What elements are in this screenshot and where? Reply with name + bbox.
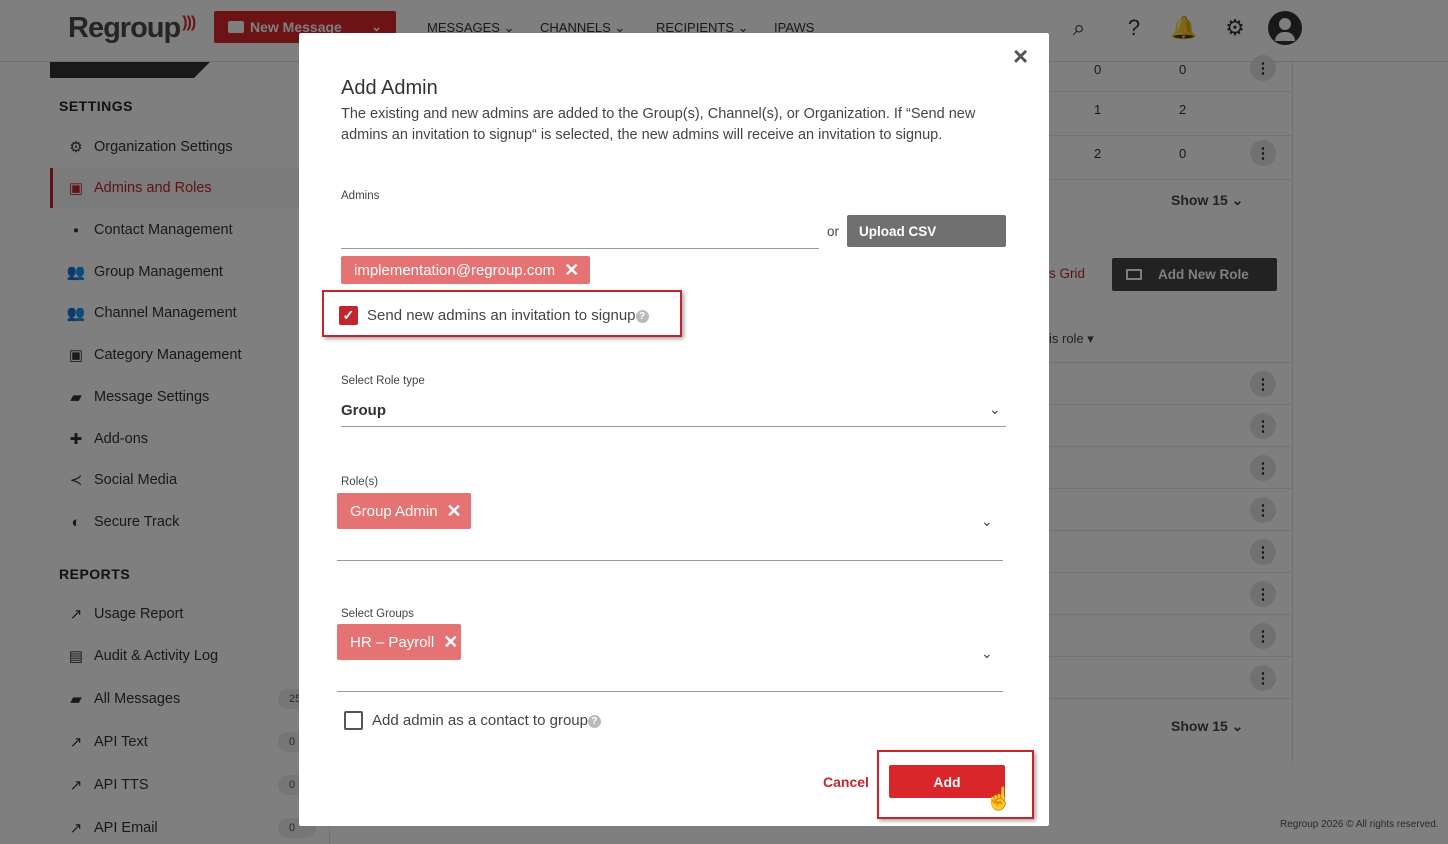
remove-chip-icon[interactable]: ✕ <box>443 632 458 653</box>
add-admin-modal: × Add Admin The existing and new admins … <box>299 33 1049 826</box>
app-root: Regroup))) New Message ⌄ MESSAGES ⌄ CHAN… <box>0 0 1448 844</box>
hand-cursor-icon: ☝ <box>985 786 1013 811</box>
add-contact-checkbox[interactable] <box>344 711 363 730</box>
help-icon[interactable]: ? <box>635 310 649 323</box>
groups-label: Select Groups <box>341 608 414 620</box>
upload-csv-button[interactable]: Upload CSV <box>847 215 1006 247</box>
close-icon[interactable]: × <box>1013 43 1028 69</box>
role-chip: Group Admin ✕ <box>337 493 471 529</box>
roles-label: Role(s) <box>341 476 379 488</box>
or-text: or <box>827 224 840 239</box>
group-chip: HR – Payroll ✕ <box>337 624 461 660</box>
remove-chip-icon[interactable]: ✕ <box>447 501 462 522</box>
chevron-down-icon[interactable]: ⌄ <box>981 513 993 530</box>
cancel-button[interactable]: Cancel <box>823 774 869 790</box>
invite-checkbox[interactable]: ✓ <box>339 306 358 325</box>
invite-label: Send new admins an invitation to signup? <box>367 307 649 324</box>
modal-description: The existing and new admins are added to… <box>341 106 976 143</box>
chevron-down-icon[interactable]: ⌄ <box>981 645 993 662</box>
add-contact-label: Add admin as a contact to group? <box>372 712 601 729</box>
modal-title: Add Admin <box>341 77 438 99</box>
role-type-label: Select Role type <box>341 375 425 387</box>
role-type-value: Group <box>341 402 386 419</box>
role-type-select[interactable] <box>341 399 1006 427</box>
remove-chip-icon[interactable]: ✕ <box>564 260 579 281</box>
admins-input[interactable] <box>341 215 819 249</box>
admins-label: Admins <box>341 190 380 202</box>
chevron-down-icon[interactable]: ⌄ <box>989 401 1001 418</box>
admin-email-chip: implementation@regroup.com ✕ <box>341 256 590 284</box>
help-icon[interactable]: ? <box>587 715 601 728</box>
